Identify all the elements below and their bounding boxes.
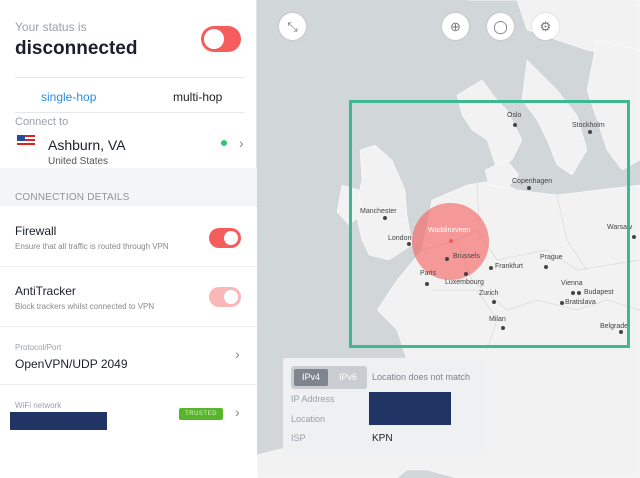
status-value: disconnected <box>15 38 138 59</box>
multi-hop-tab[interactable]: multi-hop <box>173 90 222 104</box>
isp-label: ISP <box>291 433 306 443</box>
toggle-knob <box>204 29 224 49</box>
wifi-name-redacted <box>10 412 107 430</box>
us-flag-icon <box>17 135 35 147</box>
collapse-icon[interactable]: ⤡ <box>279 13 306 40</box>
chevron-right-icon: › <box>239 135 244 151</box>
city-dot <box>632 235 636 239</box>
location-mismatch-text: Location does not match <box>372 372 471 382</box>
crosshair-icon[interactable]: ⊕ <box>442 13 469 40</box>
wifi-row[interactable]: WiFi network › <box>0 385 257 478</box>
connect-to-label: Connect to <box>15 116 69 128</box>
location-label: Location <box>291 414 326 424</box>
protocol-row[interactable]: Protocol/Port OpenVPN/UDP 2049 › <box>0 327 257 385</box>
single-hop-tab[interactable]: single-hop <box>41 90 96 104</box>
hop-selector: single-hop multi-hop <box>15 77 244 113</box>
firewall-title: Firewall <box>15 224 57 238</box>
wifi-label: WiFi network <box>15 401 62 410</box>
antitracker-title: AntiTracker <box>15 284 76 298</box>
antitracker-toggle[interactable] <box>209 287 241 307</box>
trusted-badge: TRUSTED <box>179 408 223 420</box>
protocol-label: Protocol/Port <box>15 343 62 352</box>
highlight-frame <box>349 100 630 348</box>
ip-location-redacted <box>369 392 451 425</box>
connect-toggle[interactable] <box>201 26 241 52</box>
ipv6-tab[interactable]: IPv6 <box>333 369 363 386</box>
online-indicator-icon <box>221 140 227 146</box>
firewall-desc: Ensure that all traffic is routed throug… <box>15 242 169 251</box>
firewall-row: Firewall Ensure that all traffic is rout… <box>0 207 257 267</box>
antitracker-row: AntiTracker Block trackers whilst connec… <box>0 267 257 327</box>
isp-value: KPN <box>372 433 393 444</box>
account-icon[interactable]: ◯ <box>487 13 514 40</box>
left-panel: Your status is disconnected single-hop m… <box>0 0 257 478</box>
ipv4-tab[interactable]: IPv4 <box>294 369 328 386</box>
firewall-toggle[interactable] <box>209 228 241 248</box>
chevron-right-icon: › <box>235 346 240 362</box>
server-city: Ashburn, VA <box>48 137 126 153</box>
antitracker-desc: Block trackers whilst connected to VPN <box>15 302 155 311</box>
protocol-value: OpenVPN/UDP 2049 <box>15 357 128 371</box>
chevron-right-icon: › <box>235 404 240 420</box>
ip-version-switch: IPv4 IPv6 <box>291 366 367 389</box>
ip-address-label: IP Address <box>291 394 335 404</box>
status-card: Your status is disconnected single-hop m… <box>4 4 256 167</box>
connection-details-title: CONNECTION DETAILS <box>15 192 130 203</box>
status-label: Your status is <box>15 20 87 34</box>
settings-gear-icon[interactable]: ⚙ <box>532 13 559 40</box>
server-country: United States <box>48 156 109 167</box>
